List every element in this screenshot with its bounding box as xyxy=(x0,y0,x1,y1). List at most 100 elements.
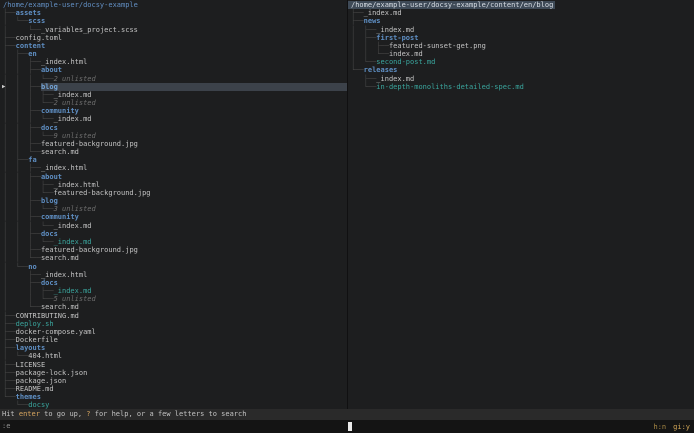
tree-row[interactable]: └── releases xyxy=(348,66,694,74)
node-name[interactable]: 2 unlisted xyxy=(54,75,96,83)
node-name[interactable]: README.md xyxy=(16,385,54,393)
node-name[interactable]: about xyxy=(41,173,62,181)
tree-row[interactable]: │ └── 404.html xyxy=(0,352,347,360)
node-name[interactable]: docs xyxy=(41,230,58,238)
tree-row[interactable]: │ └── second-post.md xyxy=(348,58,694,66)
right-panel-input[interactable]: h:ngi:y xyxy=(347,420,694,433)
tree-row[interactable]: ▶ │ │ ├── blog xyxy=(0,83,347,91)
tree-row[interactable]: │ └── _variables_project.scss xyxy=(0,26,347,34)
node-name[interactable]: _index.html xyxy=(41,58,87,66)
tree-row[interactable]: │ │ │ └── 2 unlisted xyxy=(0,99,347,107)
node-name[interactable]: featured-background.jpg xyxy=(41,140,138,148)
node-name[interactable]: assets xyxy=(16,9,41,17)
node-name[interactable]: content xyxy=(16,42,46,50)
tree-row[interactable]: ├── docker-compose.yaml xyxy=(0,328,347,336)
node-name[interactable]: 3 unlisted xyxy=(54,205,96,213)
node-name[interactable]: community xyxy=(41,213,79,221)
right-root-path[interactable]: /home/example-user/docsy-example/content… xyxy=(348,1,694,9)
tree-row[interactable]: │ │ ├── _index.html xyxy=(0,58,347,66)
node-name[interactable]: docsy xyxy=(28,401,49,409)
tree-row[interactable]: │ │ ├── featured-background.jpg xyxy=(0,140,347,148)
node-name[interactable]: blog xyxy=(41,197,58,205)
tree-row[interactable]: │ │ │ └── _index.md xyxy=(0,238,347,246)
tree-row[interactable]: ├── _index.md xyxy=(348,9,694,17)
tree-row[interactable]: │ │ └── index.md xyxy=(348,50,694,58)
node-name[interactable]: _variables_project.scss xyxy=(41,26,138,34)
tree-row[interactable]: │ │ └── 5 unlisted xyxy=(0,295,347,303)
node-name[interactable]: featured-background.jpg xyxy=(54,189,151,197)
tree-row[interactable]: │ │ │ └── 3 unlisted xyxy=(0,205,347,213)
tree-row[interactable]: │ │ ├── docs xyxy=(0,124,347,132)
node-name[interactable]: _index.md xyxy=(376,26,414,34)
tree-row[interactable]: ├── content xyxy=(0,42,347,50)
node-name[interactable]: _index.md xyxy=(54,238,92,246)
node-name[interactable]: search.md xyxy=(41,148,79,156)
node-name[interactable]: _index.md xyxy=(54,222,92,230)
node-name[interactable]: about xyxy=(41,66,62,74)
tree-row[interactable]: │ │ │ └── _index.md xyxy=(0,115,347,123)
tree-row[interactable]: │ ├── _index.html xyxy=(0,271,347,279)
tree-row[interactable]: ├── LICENSE xyxy=(0,361,347,369)
tree-row[interactable]: │ └── no xyxy=(0,263,347,271)
tree-row[interactable]: │ │ ├── about xyxy=(0,66,347,74)
tree-row[interactable]: ├── package.json xyxy=(0,377,347,385)
node-name[interactable]: config.toml xyxy=(16,34,62,42)
tree-row[interactable]: │ │ ├── _index.html xyxy=(0,164,347,172)
tree-row[interactable]: │ │ ├── docs xyxy=(0,230,347,238)
tree-row[interactable]: │ │ │ └── 9 unlisted xyxy=(0,132,347,140)
node-name[interactable]: package-lock.json xyxy=(16,369,88,377)
node-name[interactable]: _index.html xyxy=(41,271,87,279)
node-name[interactable]: 9 unlisted xyxy=(54,132,96,140)
node-name[interactable]: package.json xyxy=(16,377,67,385)
tree-row[interactable]: ├── CONTRIBUTING.md xyxy=(0,312,347,320)
node-name[interactable]: docs xyxy=(41,124,58,132)
node-name[interactable]: _index.html xyxy=(41,164,87,172)
node-name[interactable]: in-depth-monoliths-detailed-spec.md xyxy=(376,83,524,91)
tree-row[interactable]: │ ├── docs xyxy=(0,279,347,287)
node-name[interactable]: CONTRIBUTING.md xyxy=(16,312,79,320)
tree-row[interactable]: │ ├── first-post xyxy=(348,34,694,42)
tree-row[interactable]: │ │ │ └── _index.md xyxy=(0,222,347,230)
tree-row[interactable]: │ │ └── search.md xyxy=(0,254,347,262)
tree-row[interactable]: ├── assets xyxy=(0,9,347,17)
tree-row[interactable]: │ │ ├── about xyxy=(0,173,347,181)
tree-row[interactable]: └── docsy xyxy=(0,401,347,409)
tree-row[interactable]: └── in-depth-monoliths-detailed-spec.md xyxy=(348,83,694,91)
node-name[interactable]: index.md xyxy=(389,50,423,58)
node-name[interactable]: no xyxy=(28,263,36,271)
node-name[interactable]: scss xyxy=(28,17,45,25)
tree-row[interactable]: │ └── scss xyxy=(0,17,347,25)
left-root-path[interactable]: /home/example-user/docsy-example xyxy=(0,1,347,9)
tree-row[interactable]: │ │ └── search.md xyxy=(0,148,347,156)
tree-row[interactable]: │ │ │ ├── _index.md xyxy=(0,91,347,99)
node-name[interactable]: 5 unlisted xyxy=(54,295,96,303)
node-name[interactable]: _index.md xyxy=(376,75,414,83)
tree-row[interactable]: └── themes xyxy=(0,393,347,401)
node-name[interactable]: first-post xyxy=(376,34,418,42)
tree-row[interactable]: │ │ │ ├── _index.html xyxy=(0,181,347,189)
tree-row[interactable]: │ ├── en xyxy=(0,50,347,58)
node-name[interactable]: Dockerfile xyxy=(16,336,58,344)
tree-row[interactable]: ├── news xyxy=(348,17,694,25)
node-name[interactable]: search.md xyxy=(41,303,79,311)
node-name[interactable]: 2 unlisted xyxy=(54,99,96,107)
tree-row[interactable]: ├── deploy.sh xyxy=(0,320,347,328)
tree-row[interactable]: ├── Dockerfile xyxy=(0,336,347,344)
node-name[interactable]: docker-compose.yaml xyxy=(16,328,96,336)
node-name[interactable]: _index.html xyxy=(54,181,100,189)
tree-row[interactable]: │ │ │ └── featured-background.jpg xyxy=(0,189,347,197)
node-name[interactable]: featured-sunset-get.png xyxy=(389,42,486,50)
node-name[interactable]: blog xyxy=(41,83,58,91)
node-name[interactable]: LICENSE xyxy=(16,361,46,369)
tree-row[interactable]: ├── package-lock.json xyxy=(0,369,347,377)
node-name[interactable]: news xyxy=(364,17,381,25)
node-name[interactable]: deploy.sh xyxy=(16,320,54,328)
node-name[interactable]: docs xyxy=(41,279,58,287)
node-name[interactable]: en xyxy=(28,50,36,58)
tree-row[interactable]: │ │ ├── featured-background.jpg xyxy=(0,246,347,254)
tree-row[interactable]: │ ├── fa xyxy=(0,156,347,164)
tree-row[interactable]: │ │ │ └── 2 unlisted xyxy=(0,75,347,83)
tree-row[interactable]: ├── config.toml xyxy=(0,34,347,42)
tree-row[interactable]: │ │ ├── _index.md xyxy=(0,287,347,295)
node-name[interactable]: featured-background.jpg xyxy=(41,246,138,254)
